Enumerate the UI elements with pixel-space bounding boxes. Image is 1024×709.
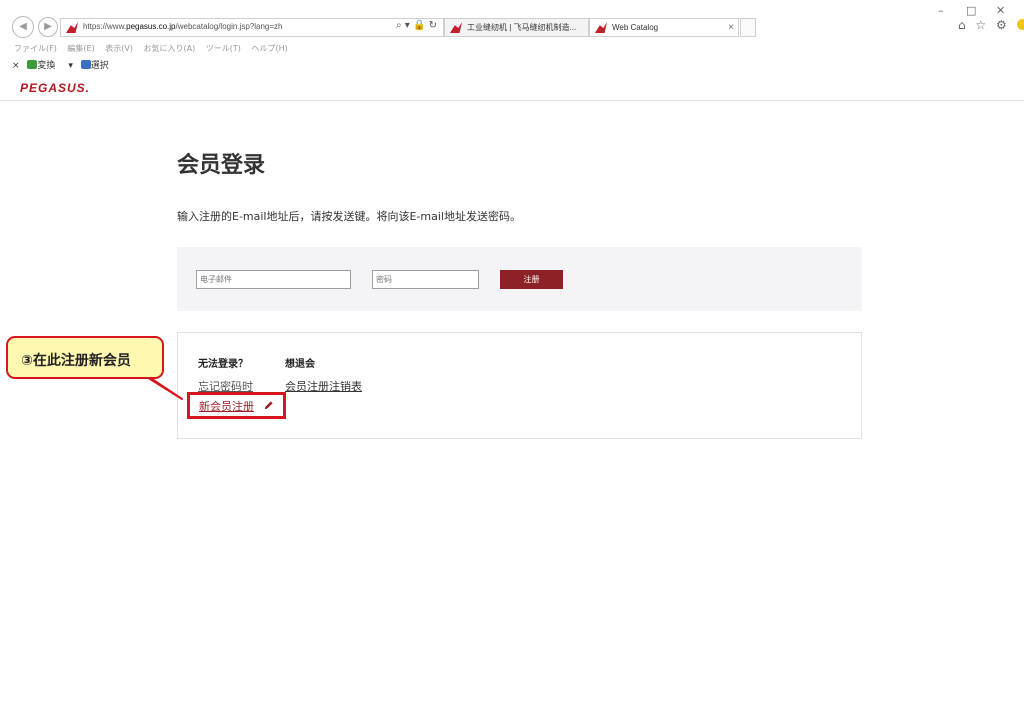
register-button[interactable]: 注册 [500,270,563,289]
menu-view[interactable]: 表示(V) [105,44,133,53]
tab-title: 工业缝纫机 | 飞马缝纫机制造... [467,23,577,32]
select-icon [80,60,91,69]
convert-dropdown[interactable]: ▾ [68,61,73,71]
tab-pegasus-home[interactable]: 工业缝纫机 | 飞马缝纫机制造... [444,18,589,37]
toolbar-close-icon[interactable]: × [12,61,20,71]
new-member-highlight: 新会员注册 [187,392,286,419]
quit-membership-heading: 想退会 [285,359,315,370]
pegasus-favicon-icon [66,22,78,33]
browser-tool-icons[interactable]: ⌂ ☆ ⚙ [958,18,1024,32]
cancel-registration-link[interactable]: 会员注册注销表 [285,378,362,394]
page-title: 会员登录 [177,153,266,178]
select-button[interactable]: 選択 [80,60,114,71]
minimize-button[interactable]: – [938,4,944,17]
convert-button[interactable]: 変換 [27,60,60,71]
menu-edit[interactable]: 編集(E) [67,44,94,53]
pegasus-logo[interactable]: PEGASUS. [20,81,90,95]
password-field[interactable]: 密码 [372,270,479,289]
cannot-login-heading: 无法登录？ [198,359,248,370]
forward-arrow-icon: ▶ [44,21,52,32]
tab-close-icon[interactable]: × [728,19,734,36]
menu-help[interactable]: ヘルプ(H) [251,44,287,53]
feedback-smiley-icon[interactable] [1016,19,1024,30]
pencil-icon [264,401,273,410]
url-text[interactable]: https://www.pegasus.co.jp/webcatalog/log… [83,22,282,31]
help-panel: 无法登录？ 想退会 忘记密码时 会员注册注销表 新会员注册 [177,332,862,439]
menu-favorites[interactable]: お気に入り(A) [144,44,196,53]
command-toolbar: × 変換 ▾ 選択 [12,58,119,71]
forward-button[interactable]: ▶ [38,17,58,37]
tab-web-catalog[interactable]: Web Catalog × [589,18,739,37]
menu-tools[interactable]: ツール(T) [206,44,241,53]
pegasus-favicon-icon [595,22,607,33]
new-member-registration-link[interactable]: 新会员注册 [199,398,254,414]
address-bar[interactable]: https://www.pegasus.co.jp/webcatalog/log… [60,18,444,37]
back-arrow-icon: ◀ [19,21,27,32]
login-instruction: 输入注册的E-mail地址后，请按发送键。将向该E-mail地址发送密码。 [177,210,521,223]
new-tab-button[interactable] [740,18,756,37]
back-button[interactable]: ◀ [12,16,34,38]
maximize-button[interactable]: □ [966,4,976,17]
pegasus-favicon-icon [450,22,462,33]
email-field[interactable]: 电子邮件 [196,270,351,289]
address-actions[interactable]: ⌕ ▾ 🔒 ↻ [396,20,437,31]
callout-annotation: ③在此注册新会员 [6,336,164,379]
menu-file[interactable]: ファイル(F) [14,44,57,53]
convert-icon [27,60,38,69]
menu-bar: ファイル(F) 編集(E) 表示(V) お気に入り(A) ツール(T) ヘルプ(… [14,43,296,54]
login-form: 电子邮件 密码 注册 [177,247,862,311]
tab-title: Web Catalog [612,23,659,32]
browser-chrome: ◀ ▶ https://www.pegasus.co.jp/webcatalog… [0,0,1024,80]
callout-text: ③在此注册新会员 [21,353,131,369]
header-divider [0,100,1024,101]
home-star-gear-icons[interactable]: ⌂ ☆ ⚙ [958,18,1010,32]
close-window-button[interactable]: ✕ [996,4,1005,17]
